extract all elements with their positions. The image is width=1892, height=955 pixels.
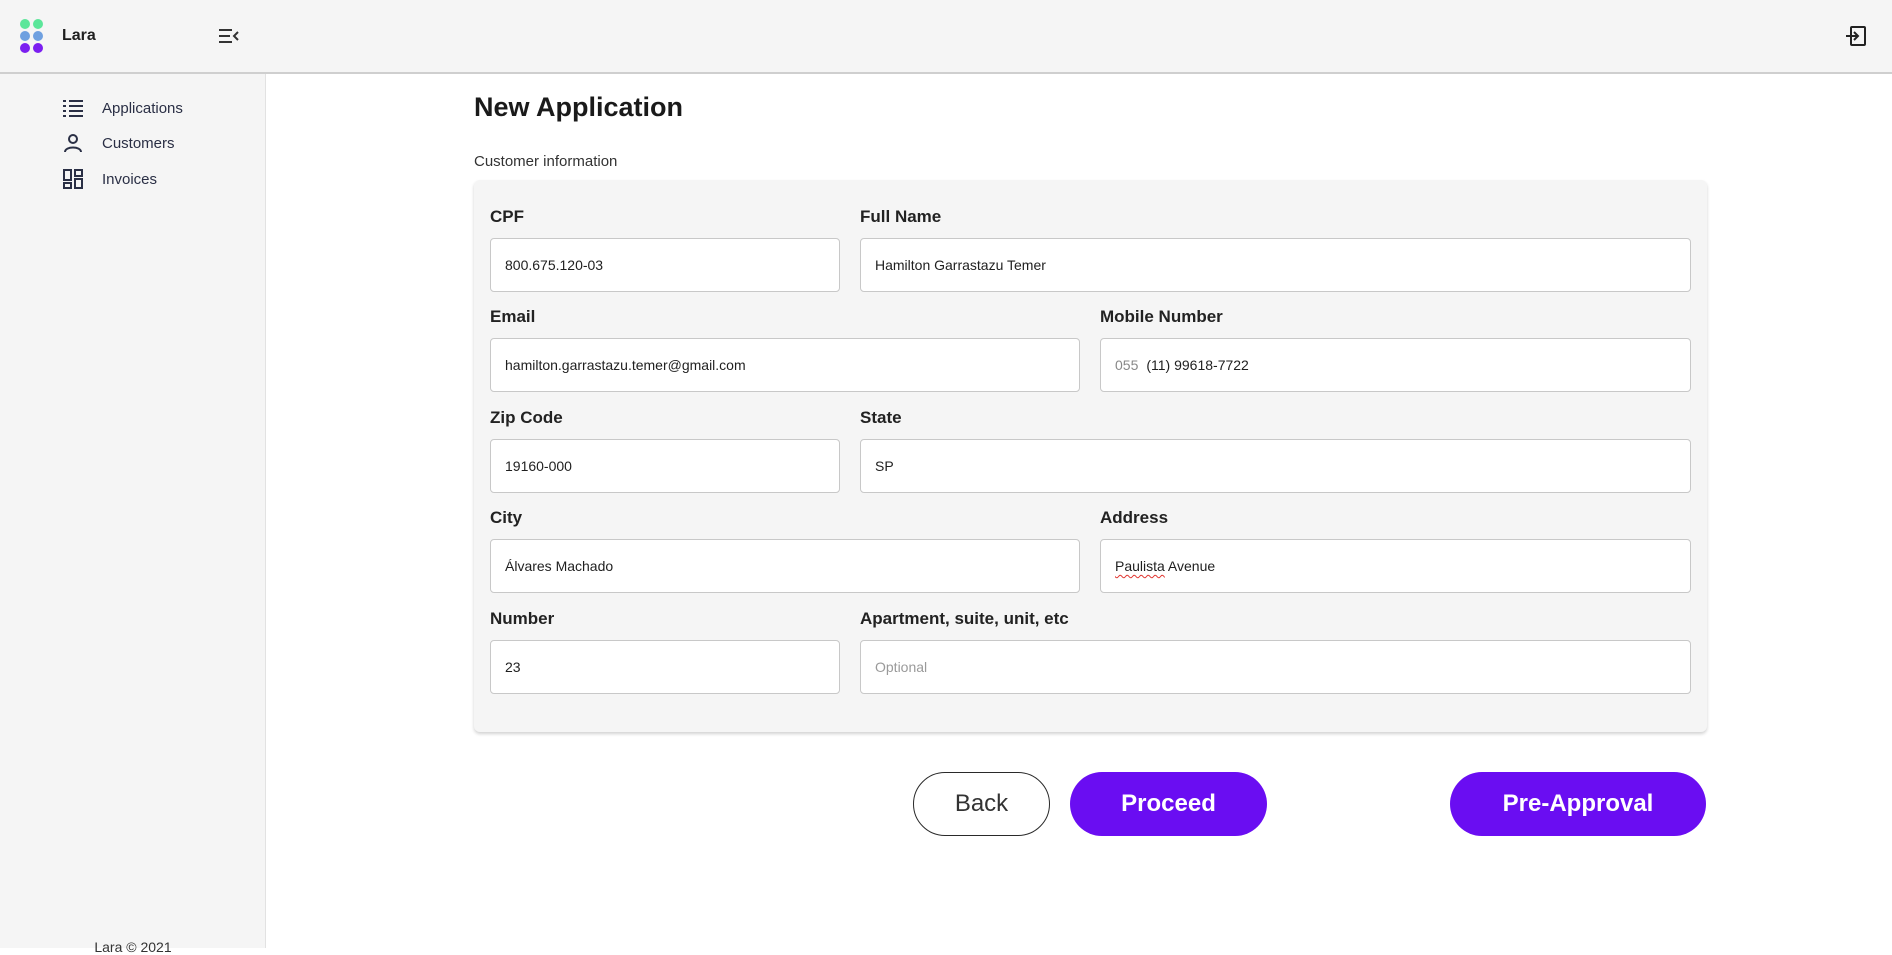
page-title: New Application — [474, 92, 684, 122]
menu-collapse-icon — [219, 29, 239, 43]
field-label: Full Name — [860, 207, 942, 226]
state-input[interactable] — [875, 458, 1676, 474]
logo-dot — [33, 43, 43, 53]
list-icon — [62, 97, 84, 119]
email-input-box[interactable] — [490, 338, 1080, 392]
sidebar-item-invoices[interactable]: Invoices — [62, 165, 157, 193]
address-field: Address Paulista Avenue — [1100, 507, 1691, 593]
sidebar-item-label: Invoices — [102, 170, 158, 188]
proceed-button[interactable]: Proceed — [1070, 772, 1267, 836]
zip-code-field: Zip Code — [490, 407, 840, 493]
pre-approval-button[interactable]: Pre-Approval — [1450, 772, 1706, 836]
sidebar-item-label: Applications — [102, 99, 183, 117]
number-field: Number — [490, 608, 840, 694]
field-label: Number — [490, 609, 555, 628]
back-button[interactable]: Back — [913, 772, 1050, 836]
section-label: Customer information — [474, 153, 618, 170]
logo-dot — [33, 19, 43, 29]
field-label: CPF — [490, 207, 524, 226]
field-label: Email — [490, 307, 536, 326]
mobile-number-input[interactable] — [1146, 357, 1676, 373]
cpf-input[interactable] — [505, 257, 825, 273]
logo-dot — [33, 31, 43, 41]
mobile-number-field: Mobile Number 055 — [1100, 306, 1691, 392]
sidebar-item-label: Customers — [102, 134, 175, 152]
field-label: Address — [1100, 508, 1169, 527]
state-field: State — [860, 407, 1691, 493]
address-input[interactable]: Paulista Avenue — [1100, 539, 1691, 593]
person-icon — [62, 132, 84, 154]
zip-code-input-box[interactable] — [490, 439, 840, 493]
logo-dot — [20, 43, 30, 53]
top-bar: Lara — [0, 0, 1892, 74]
full-name-input-box[interactable] — [860, 238, 1691, 292]
menu-collapse-button[interactable] — [218, 26, 240, 46]
country-code-prefix: 055 — [1115, 357, 1139, 373]
city-field: City — [490, 507, 1080, 593]
city-input[interactable] — [505, 558, 1065, 574]
brand[interactable]: Lara — [20, 19, 96, 53]
state-input-box[interactable] — [860, 439, 1691, 493]
logo-dot — [20, 31, 30, 41]
footer-copyright: Lara © 2021 — [94, 939, 172, 955]
sidebar-item-applications[interactable]: Applications — [62, 94, 183, 122]
cpf-input-box[interactable] — [490, 238, 840, 292]
logout-button[interactable] — [1844, 24, 1868, 48]
sidebar-item-customers[interactable]: Customers — [62, 129, 175, 157]
field-label: Apartment, suite, unit, etc — [860, 609, 1069, 628]
field-label: State — [860, 408, 902, 427]
app-name: Lara — [62, 27, 96, 44]
logo-dot — [20, 19, 30, 29]
email-input[interactable] — [505, 357, 1065, 373]
field-label: Zip Code — [490, 408, 563, 427]
cpf-field: CPF — [490, 206, 840, 292]
zip-code-input[interactable] — [505, 458, 825, 474]
address-value: Paulista Avenue — [1115, 558, 1215, 574]
full-name-input[interactable] — [875, 257, 1676, 273]
city-input-box[interactable] — [490, 539, 1080, 593]
logout-icon — [1846, 26, 1866, 46]
logo-icon — [20, 19, 44, 53]
email-field: Email — [490, 306, 1080, 392]
customer-info-card: CPF Full Name Email Mobile Number 055 Zi… — [474, 180, 1707, 732]
number-input[interactable] — [505, 659, 825, 675]
number-input-box[interactable] — [490, 640, 840, 694]
misspelled-word: Paulista — [1115, 558, 1165, 574]
apartment-input-box[interactable] — [860, 640, 1691, 694]
mobile-input-box[interactable]: 055 — [1100, 338, 1691, 392]
apartment-field: Apartment, suite, unit, etc — [860, 608, 1691, 694]
field-label: Mobile Number — [1100, 307, 1223, 326]
full-name-field: Full Name — [860, 206, 1691, 292]
field-label: City — [490, 508, 523, 527]
apartment-input[interactable] — [875, 659, 1676, 675]
address-value-rest: Avenue — [1164, 558, 1216, 574]
dashboard-icon — [62, 168, 84, 190]
sidebar: Applications Customers Invoices Lara © 2… — [0, 74, 266, 955]
